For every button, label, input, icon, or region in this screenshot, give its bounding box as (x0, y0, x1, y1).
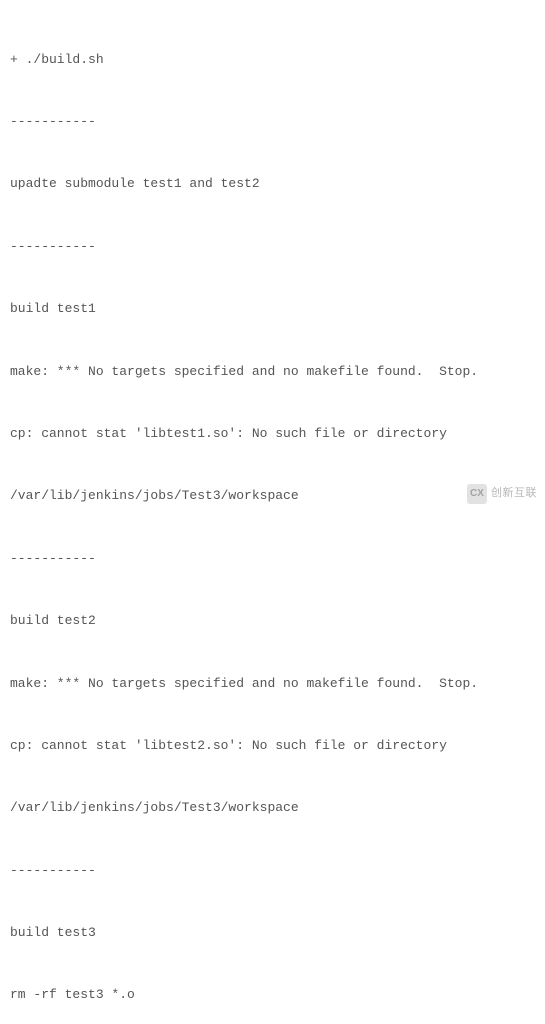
output-line: ----------- (10, 112, 535, 133)
output-line: build test3 (10, 923, 535, 944)
output-line: ----------- (10, 861, 535, 882)
watermark: CX 创新互联 (467, 484, 537, 504)
output-line: make: *** No targets specified and no ma… (10, 674, 535, 695)
output-line: + ./build.sh (10, 50, 535, 71)
output-line: make: *** No targets specified and no ma… (10, 362, 535, 383)
output-line: cp: cannot stat 'libtest2.so': No such f… (10, 736, 535, 757)
output-line: upadte submodule test1 and test2 (10, 174, 535, 195)
output-line: build test1 (10, 299, 535, 320)
watermark-logo-icon: CX (467, 484, 487, 504)
output-line: ----------- (10, 237, 535, 258)
terminal-output: + ./build.sh ----------- upadte submodul… (10, 8, 535, 1024)
output-line: /var/lib/jenkins/jobs/Test3/workspace (10, 798, 535, 819)
output-line: build test2 (10, 611, 535, 632)
watermark-label: 创新互联 (491, 485, 537, 503)
output-line: /var/lib/jenkins/jobs/Test3/workspace (10, 486, 535, 507)
output-line: rm -rf test3 *.o (10, 985, 535, 1006)
output-line: ----------- (10, 549, 535, 570)
output-line: cp: cannot stat 'libtest1.so': No such f… (10, 424, 535, 445)
